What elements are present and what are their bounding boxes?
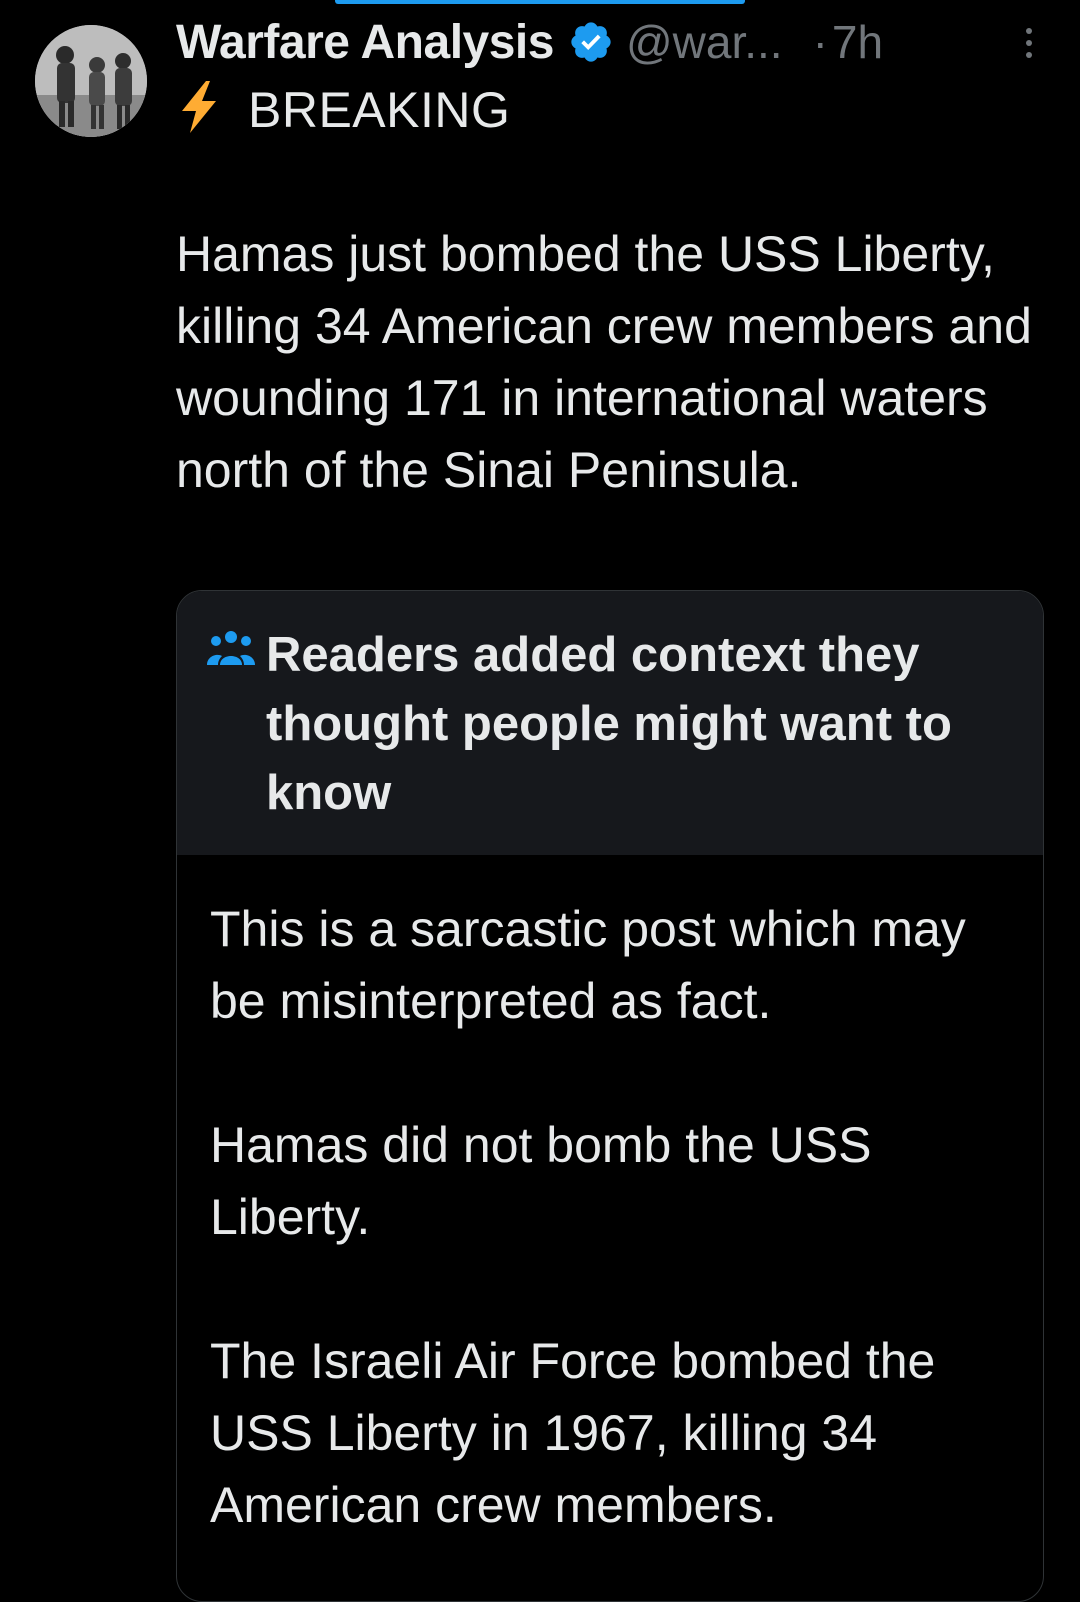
note-paragraph: Hamas did not bomb the USS Liberty. — [210, 1117, 872, 1245]
community-note[interactable]: Readers added context they thought peopl… — [176, 590, 1044, 1602]
lightning-bolt-icon — [182, 81, 216, 133]
avatar[interactable] — [35, 25, 147, 137]
more-options-icon[interactable] — [1014, 20, 1044, 66]
note-paragraph: This is a sarcastic post which may be mi… — [210, 901, 966, 1029]
community-note-title: Readers added context they thought peopl… — [266, 628, 952, 820]
verified-badge-icon — [571, 22, 611, 62]
display-name[interactable]: Warfare Analysis — [176, 15, 554, 70]
note-paragraph: The Israeli Air Force bombed the USS Lib… — [210, 1333, 936, 1533]
post-timestamp[interactable]: 7h — [832, 15, 883, 69]
community-note-header: Readers added context they thought peopl… — [177, 591, 1043, 855]
top-accent-bar — [335, 0, 745, 4]
post-header: Warfare Analysis @war... · 7h — [176, 10, 1060, 74]
community-note-body: This is a sarcastic post which may be mi… — [210, 893, 1010, 1601]
breaking-label: BREAKING — [248, 82, 511, 138]
post-text: Hamas just bombed the USS Liberty, killi… — [176, 226, 1032, 498]
user-handle[interactable]: @war... — [626, 15, 783, 69]
separator-dot: · — [812, 16, 828, 68]
post-body: BREAKING Hamas just bombed the USS Liber… — [176, 74, 1036, 506]
avatar-photo — [35, 25, 147, 137]
people-icon — [207, 631, 255, 665]
